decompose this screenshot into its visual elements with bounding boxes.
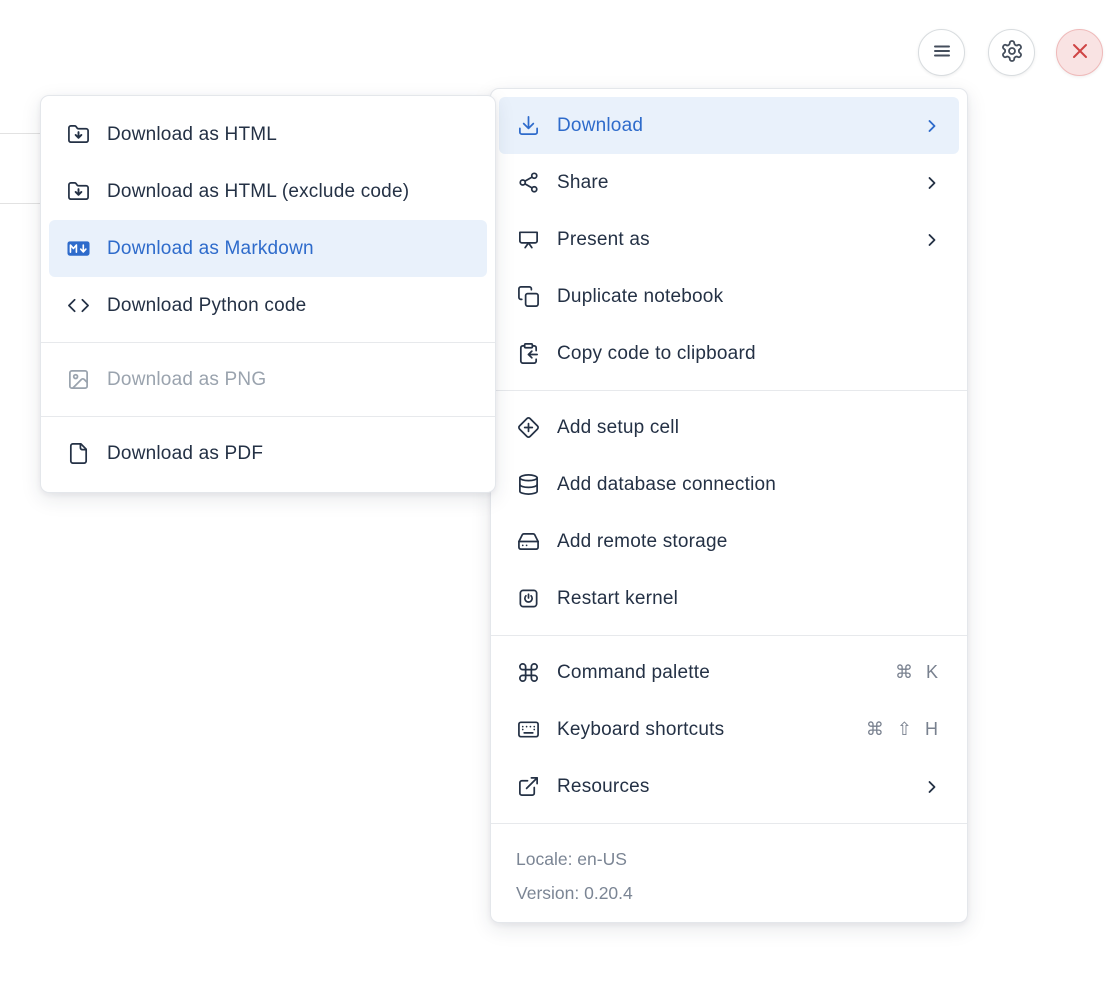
chevron-right-icon: [922, 173, 942, 193]
menu-item-label: Copy code to clipboard: [557, 343, 942, 365]
chevron-right-icon: [922, 116, 942, 136]
code-icon: [66, 294, 90, 318]
menu-item-label: Duplicate notebook: [557, 286, 942, 308]
menu-item-label: Download as PNG: [107, 369, 470, 391]
locale-label: Locale: en-US: [516, 842, 942, 876]
menu-item-label: Command palette: [557, 662, 878, 684]
menu-footer: Locale: en-US Version: 0.20.4: [491, 832, 967, 914]
copy-icon: [516, 285, 540, 309]
menu-separator: [41, 416, 495, 417]
notebook-actions-menu: Download Share Present as Duplicate noteboo…: [490, 88, 968, 923]
image-icon: [66, 368, 90, 392]
menu-item-present-as[interactable]: Present as: [499, 211, 959, 268]
shutdown-button[interactable]: [1056, 29, 1103, 76]
close-icon: [1068, 39, 1092, 66]
menu-item-command-palette[interactable]: Command palette ⌘ K: [499, 644, 959, 701]
menu-item-label: Add remote storage: [557, 531, 942, 553]
menu-item-add-setup-cell[interactable]: Add setup cell: [499, 399, 959, 456]
menu-item-download-as-html-exclude-code[interactable]: Download as HTML (exclude code): [49, 163, 487, 220]
menu-item-label: Download Python code: [107, 295, 470, 317]
menu-item-label: Resources: [557, 776, 905, 798]
notebook-menu-button[interactable]: [918, 29, 965, 76]
menu-item-label: Share: [557, 172, 905, 194]
menu-item-keyboard-shortcuts[interactable]: Keyboard shortcuts ⌘ ⇧ H: [499, 701, 959, 758]
menu-separator: [491, 390, 967, 391]
clipboard-copy-icon: [516, 342, 540, 366]
hamburger-icon: [930, 39, 954, 66]
menu-item-restart-kernel[interactable]: Restart kernel: [499, 570, 959, 627]
menu-item-share[interactable]: Share: [499, 154, 959, 211]
menu-item-label: Download as HTML (exclude code): [107, 181, 470, 203]
menu-separator: [41, 342, 495, 343]
menu-item-download-as-markdown[interactable]: Download as Markdown: [49, 220, 487, 277]
background-divider: [0, 133, 41, 134]
database-icon: [516, 473, 540, 497]
chevron-right-icon: [922, 230, 942, 250]
menu-item-label: Download: [557, 115, 905, 137]
settings-button[interactable]: [988, 29, 1035, 76]
diamond-plus-icon: [516, 416, 540, 440]
markdown-icon: [66, 237, 90, 261]
menu-item-resources[interactable]: Resources: [499, 758, 959, 815]
download-icon: [516, 114, 540, 138]
menu-item-download-as-html[interactable]: Download as HTML: [49, 106, 487, 163]
menu-item-copy-code-to-clipboard[interactable]: Copy code to clipboard: [499, 325, 959, 382]
menu-item-label: Download as PDF: [107, 443, 470, 465]
menu-item-label: Restart kernel: [557, 588, 942, 610]
background-divider: [0, 203, 41, 204]
power-icon: [516, 587, 540, 611]
menu-item-add-remote-storage[interactable]: Add remote storage: [499, 513, 959, 570]
share-icon: [516, 171, 540, 195]
shortcut-hint: ⌘ K: [895, 662, 942, 683]
external-link-icon: [516, 775, 540, 799]
keyboard-icon: [516, 718, 540, 742]
command-icon: [516, 661, 540, 685]
menu-separator: [491, 635, 967, 636]
menu-item-label: Add setup cell: [557, 417, 942, 439]
menu-item-download-as-png: Download as PNG: [49, 351, 487, 408]
menu-separator: [491, 823, 967, 824]
menu-item-label: Present as: [557, 229, 905, 251]
folder-download-icon: [66, 180, 90, 204]
menu-item-download-python-code[interactable]: Download Python code: [49, 277, 487, 334]
menu-item-duplicate-notebook[interactable]: Duplicate notebook: [499, 268, 959, 325]
gear-icon: [1000, 39, 1024, 66]
menu-item-label: Add database connection: [557, 474, 942, 496]
folder-download-icon: [66, 123, 90, 147]
hard-drive-icon: [516, 530, 540, 554]
version-label: Version: 0.20.4: [516, 876, 942, 910]
menu-item-label: Keyboard shortcuts: [557, 719, 849, 741]
presentation-icon: [516, 228, 540, 252]
menu-item-label: Download as HTML: [107, 124, 470, 146]
menu-item-download-as-pdf[interactable]: Download as PDF: [49, 425, 487, 482]
menu-item-label: Download as Markdown: [107, 238, 470, 260]
menu-item-add-database-connection[interactable]: Add database connection: [499, 456, 959, 513]
download-submenu: Download as HTML Download as HTML (exclud…: [40, 95, 496, 493]
file-icon: [66, 442, 90, 466]
chevron-right-icon: [922, 777, 942, 797]
shortcut-hint: ⌘ ⇧ H: [866, 719, 942, 740]
menu-item-download[interactable]: Download: [499, 97, 959, 154]
